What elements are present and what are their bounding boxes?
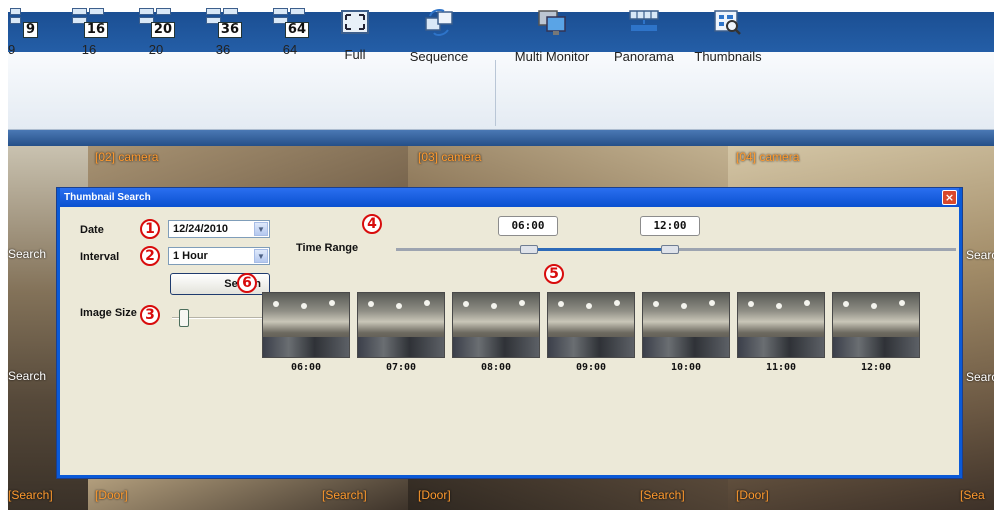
layout-36-label: 36 [215,42,231,57]
layout-9-button[interactable]: 9 9 [8,8,38,70]
camera-side-label-left: Search [8,247,47,261]
thumbnail-image[interactable] [452,292,540,358]
multi-monitor-button[interactable]: Multi Monitor [507,8,597,70]
date-combo[interactable]: 12/24/2010 ▼ [168,220,270,238]
marker-5: 5 [544,264,564,284]
thumbnail-image[interactable] [357,292,445,358]
thumbnail-image[interactable] [642,292,730,358]
camera-side-label-right-2: Search [966,370,994,384]
interval-value: 1 Hour [173,250,208,262]
interval-combo[interactable]: 1 Hour ▼ [168,247,270,265]
layout-9-label: 9 [8,42,16,57]
full-screen-button[interactable]: Full [335,8,375,70]
camera-bottom-label-3: [Search] [322,488,367,502]
panorama-label: Panorama [614,49,674,64]
thumbnails-label: Thumbnails [694,49,762,64]
range-end-handle[interactable] [661,245,679,254]
close-icon: × [944,191,955,204]
camera-bottom-label-5: [Search] [640,488,685,502]
marker-1: 1 [140,219,160,239]
marker-3: 3 [140,305,160,325]
thumbnail-time: 09:00 [575,362,607,373]
thumbnail-image[interactable] [832,292,920,358]
layout-36-button[interactable]: 36 36 [200,8,246,70]
grid-64-icon: 64 [273,8,309,38]
image-size-label: Image Size [80,307,137,319]
marker-6: 6 [237,273,257,293]
camera-bottom-label-2: [Door] [95,488,128,502]
sequence-label: Sequence [409,49,469,64]
multi-monitor-label: Multi Monitor [514,49,590,64]
grid-36-icon: 36 [206,8,242,38]
panorama-button[interactable]: Panorama [606,8,682,70]
camera-3-label: [03] camera [418,150,482,164]
thumbnail-time: 10:00 [670,362,702,373]
date-value: 12/24/2010 [173,223,229,235]
thumbnail-image[interactable] [547,292,635,358]
layout-64-label: 64 [282,42,298,57]
layout-16-button[interactable]: 16 16 [66,8,112,70]
camera-bottom-label-4: [Door] [418,488,451,502]
range-start-handle[interactable] [520,245,538,254]
layout-20-label: 20 [148,42,164,57]
toolbar-bottom-strip [8,130,994,146]
marker-4: 4 [362,214,382,234]
image-size-slider-thumb[interactable] [179,309,190,327]
layout-20-button[interactable]: 20 20 [133,8,179,70]
thumbnail-time: 12:00 [860,362,892,373]
thumbnail-image[interactable] [737,292,825,358]
camera-2-label: [02] camera [95,150,159,164]
thumbnails-icon [714,10,741,35]
marker-2: 2 [140,246,160,266]
thumbnail-time: 06:00 [290,362,322,373]
range-end-box: 12:00 [640,216,700,236]
thumbnail-time: 07:00 [385,362,417,373]
interval-label: Interval [80,251,120,263]
sequence-icon [425,9,453,36]
camera-bottom-label-6: [Door] [736,488,769,502]
camera-side-label-left-2: Search [8,369,47,383]
chevron-down-icon: ▼ [254,222,268,236]
thumbnail-time: 08:00 [480,362,512,373]
full-label: Full [344,47,366,62]
panorama-icon [629,10,659,31]
sequence-button[interactable]: Sequence [403,8,475,70]
layout-16-label: 16 [81,42,97,57]
camera-side-label-right: Search [966,248,994,262]
multi-monitor-icon [538,10,566,35]
close-button[interactable]: × [942,190,957,205]
chevron-down-icon: ▼ [254,249,268,263]
range-start-box: 06:00 [498,216,558,236]
thumbnail-image[interactable] [262,292,350,358]
grid-20-icon: 20 [139,8,175,38]
layout-64-button[interactable]: 64 64 [267,8,313,70]
time-range-label: Time Range [296,242,359,254]
time-range-selection [528,248,670,251]
grid-9-icon: 9 [10,8,38,38]
toolbar-separator [495,60,496,126]
fullscreen-icon [341,10,369,34]
date-label: Date [80,224,104,236]
grid-16-icon: 16 [72,8,108,38]
dialog-title: Thumbnail Search [60,188,959,207]
thumbnail-time: 11:00 [765,362,797,373]
camera-4-label: [04] camera [736,150,800,164]
camera-bottom-label-7: [Sea [960,488,985,502]
thumbnail-search-dialog: Thumbnail Search × Date 1 12/24/2010 ▼ I… [57,188,962,478]
camera-bottom-label-1: [Search] [8,488,53,502]
thumbnails-button[interactable]: Thumbnails [690,8,766,70]
